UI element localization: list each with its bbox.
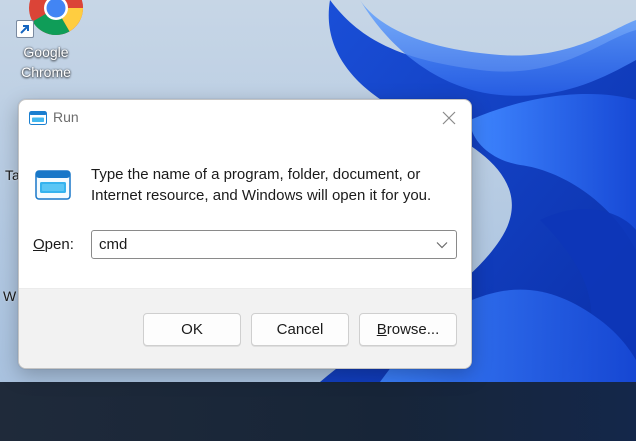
browse-button-label: rowse... xyxy=(386,321,440,338)
shortcut-arrow-icon xyxy=(16,20,34,38)
open-label: Open: xyxy=(33,236,74,253)
open-dropdown-button[interactable] xyxy=(428,231,456,258)
browse-button[interactable]: Browse... xyxy=(359,313,457,346)
dialog-footer: OK Cancel Browse... xyxy=(19,288,471,368)
taskbar xyxy=(0,382,636,441)
ok-button[interactable]: OK xyxy=(143,313,241,346)
desktop-icon-label: Google xyxy=(23,44,69,60)
desktop-icon-google-chrome[interactable]: Google Chrome xyxy=(10,0,84,84)
open-input[interactable] xyxy=(92,231,422,258)
browse-button-accelerator: B xyxy=(376,321,387,338)
open-label-text: pen: xyxy=(44,236,74,253)
close-button[interactable] xyxy=(427,100,471,136)
desktop-icon-label-partial: W xyxy=(3,288,17,304)
dialog-title: Run xyxy=(53,109,79,125)
cancel-button[interactable]: Cancel xyxy=(251,313,349,346)
run-icon xyxy=(35,170,71,200)
title-bar[interactable]: Run xyxy=(19,100,471,138)
dialog-description: Type the name of a program, folder, docu… xyxy=(91,166,432,204)
run-dialog: Run Type the name of a program, folder, … xyxy=(18,99,472,369)
desktop-icon-label: Chrome xyxy=(21,64,71,80)
chevron-down-icon xyxy=(436,241,448,248)
chrome-icon xyxy=(29,0,84,36)
open-combobox[interactable] xyxy=(91,230,457,259)
open-label-accelerator: O xyxy=(33,236,45,253)
close-icon xyxy=(442,111,456,125)
run-icon xyxy=(29,111,47,125)
